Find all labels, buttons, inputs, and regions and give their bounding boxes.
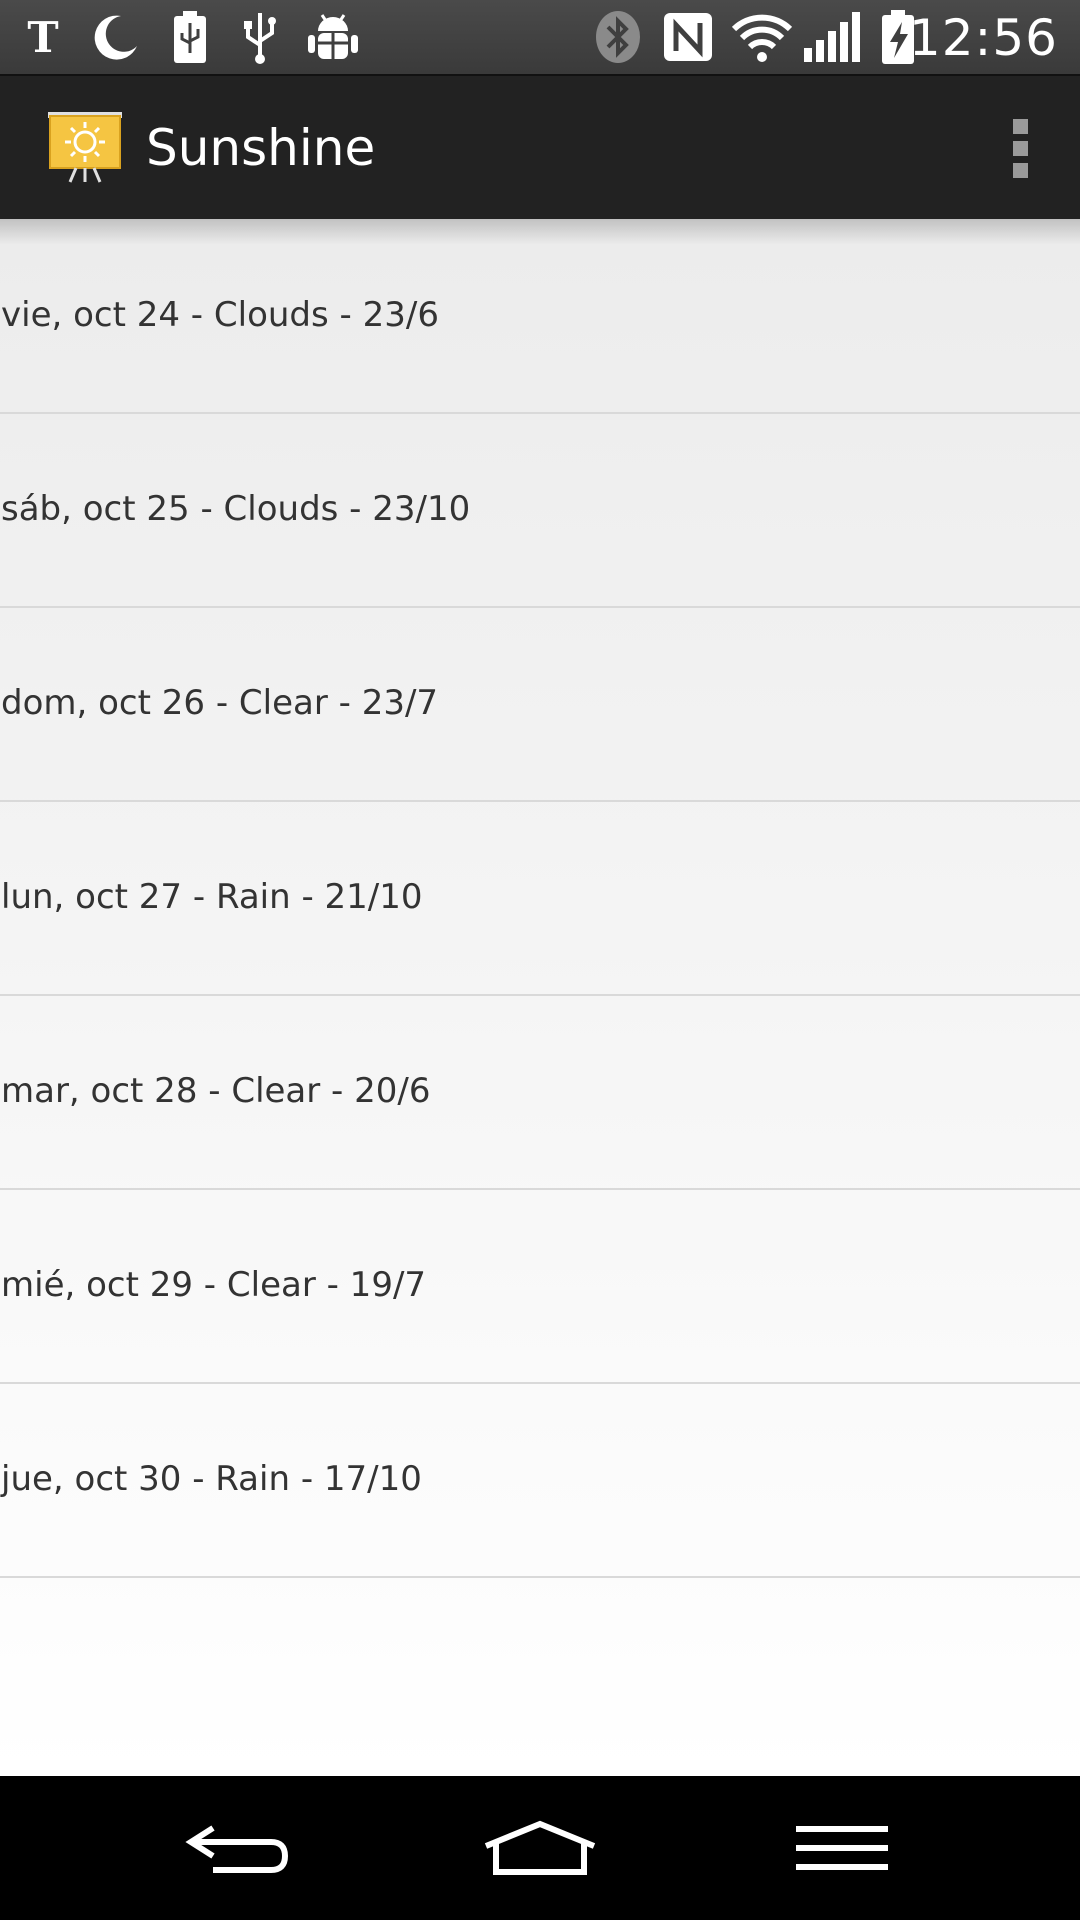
menu-icon[interactable]	[742, 1776, 942, 1920]
forecast-item-label: vie, oct 24 - Clouds - 23/6	[1, 295, 439, 335]
forecast-item-label: mar, oct 28 - Clear - 20/6	[1, 1071, 431, 1111]
forecast-item-label: dom, oct 26 - Clear - 23/7	[1, 683, 439, 723]
nfc-icon	[660, 0, 716, 74]
forecast-list[interactable]: vie, oct 24 - Clouds - 23/6 sáb, oct 25 …	[0, 219, 1080, 1776]
forecast-list-item[interactable]: mar, oct 28 - Clear - 20/6	[0, 995, 1080, 1190]
forecast-list-item[interactable]: vie, oct 24 - Clouds - 23/6	[0, 219, 1080, 414]
forecast-item-label: jue, oct 30 - Rain - 17/10	[1, 1459, 422, 1499]
bluetooth-icon	[590, 0, 646, 74]
forecast-list-item[interactable]: mié, oct 29 - Clear - 19/7	[0, 1189, 1080, 1384]
svg-text:T: T	[27, 14, 58, 60]
app-title: Sunshine	[146, 119, 376, 177]
android-debug-icon	[302, 0, 364, 74]
overflow-menu-icon[interactable]	[1000, 110, 1040, 186]
overflow-dot	[1012, 162, 1028, 178]
forecast-list-item[interactable]: lun, oct 27 - Rain - 21/10	[0, 801, 1080, 996]
back-icon[interactable]	[138, 1776, 338, 1920]
action-bar: Sunshine	[0, 74, 1080, 219]
forecast-item-label: mié, oct 29 - Clear - 19/7	[1, 1265, 427, 1305]
overflow-dot	[1012, 118, 1028, 134]
status-time: 12:56	[908, 9, 1058, 67]
forecast-item-label: lun, oct 27 - Rain - 21/10	[1, 877, 423, 917]
overflow-dot	[1012, 140, 1028, 156]
navigation-bar	[0, 1776, 1080, 1920]
moon-icon	[88, 0, 144, 74]
home-icon[interactable]	[440, 1776, 640, 1920]
wifi-icon	[728, 0, 796, 74]
forecast-list-item[interactable]: dom, oct 26 - Clear - 23/7	[0, 607, 1080, 802]
forecast-list-item[interactable]: sáb, oct 25 - Clouds - 23/10	[0, 413, 1080, 608]
forecast-item-label: sáb, oct 25 - Clouds - 23/10	[1, 489, 471, 529]
nyt-icon: T	[18, 0, 68, 74]
sunshine-app-icon[interactable]	[46, 110, 124, 184]
status-bar: T 12:56	[0, 0, 1080, 74]
battery-usb-icon	[162, 0, 218, 74]
forecast-list-item[interactable]: jue, oct 30 - Rain - 17/10	[0, 1383, 1080, 1578]
signal-icon	[800, 0, 864, 74]
usb-icon	[232, 0, 288, 74]
